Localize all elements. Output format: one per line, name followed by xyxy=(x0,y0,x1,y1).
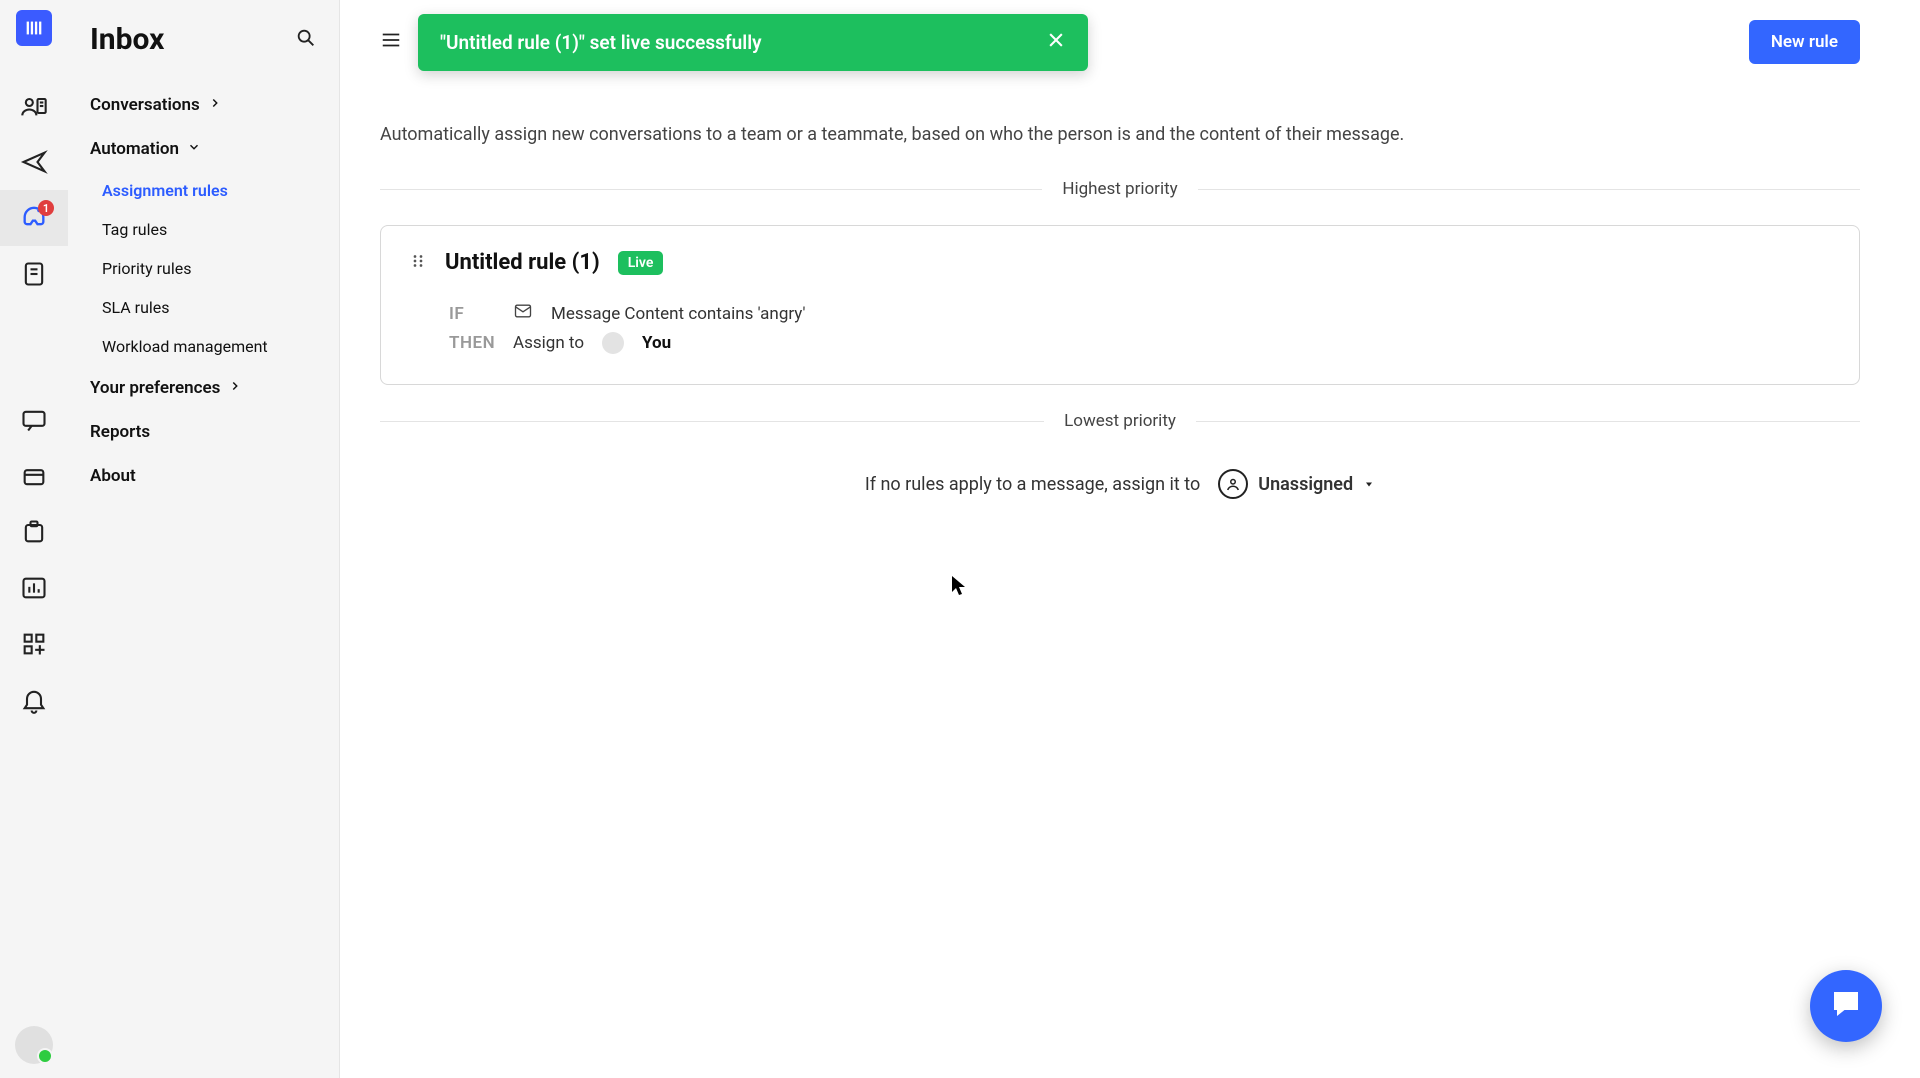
rule-then-label: THEN xyxy=(449,333,495,353)
rule-if-label: IF xyxy=(449,304,495,324)
nav-item-tag-rules[interactable]: Tag rules xyxy=(102,210,317,249)
rule-action-prefix: Assign to xyxy=(513,333,584,353)
user-avatar[interactable] xyxy=(15,1026,53,1064)
divider-highest-label: Highest priority xyxy=(1042,179,1197,199)
chevron-right-icon xyxy=(208,95,222,115)
nav-item-priority-rules[interactable]: Priority rules xyxy=(102,249,317,288)
rule-name: Untitled rule (1) xyxy=(445,250,600,275)
rail-item-outbound[interactable] xyxy=(0,134,68,190)
nav-automation-label: Automation xyxy=(90,139,179,159)
toast-close-button[interactable] xyxy=(1046,30,1066,55)
search-icon xyxy=(295,38,317,53)
nav-item-assignment-rules[interactable]: Assignment rules xyxy=(102,171,317,210)
sidebar: Inbox Conversations Automation Assignmen… xyxy=(68,0,340,1078)
fallback-assignee-select[interactable]: Unassigned xyxy=(1218,469,1375,499)
app-logo[interactable] xyxy=(16,10,52,46)
success-toast: "Untitled rule (1)" set live successfull… xyxy=(418,14,1088,71)
fallback-text: If no rules apply to a message, assign i… xyxy=(865,474,1200,495)
inbox-badge: 1 xyxy=(38,200,54,216)
rail-item-notifications[interactable] xyxy=(0,672,68,728)
fallback-value: Unassigned xyxy=(1258,474,1353,495)
nav-conversations[interactable]: Conversations xyxy=(90,83,317,127)
rule-card[interactable]: Untitled rule (1) Live IF Message Conten… xyxy=(380,225,1860,385)
nav-preferences-label: Your preferences xyxy=(90,378,220,398)
hamburger-icon[interactable] xyxy=(380,29,402,55)
assignee-avatar xyxy=(602,332,624,354)
divider-lowest: Lowest priority xyxy=(380,411,1860,431)
mail-icon xyxy=(513,301,533,326)
rail-item-inbox[interactable]: 1 xyxy=(0,190,68,246)
rail-item-articles[interactable] xyxy=(0,246,68,302)
divider-highest: Highest priority xyxy=(380,179,1860,199)
rail-item-messages[interactable] xyxy=(0,392,68,448)
rule-action-target: You xyxy=(642,333,671,353)
rail-item-tasks[interactable] xyxy=(0,504,68,560)
rule-status-badge: Live xyxy=(618,251,664,275)
rail-item-contacts[interactable] xyxy=(0,78,68,134)
close-icon xyxy=(1046,32,1066,55)
page-description: Automatically assign new conversations t… xyxy=(380,124,1860,145)
sidebar-title: Inbox xyxy=(90,22,164,57)
search-button[interactable] xyxy=(295,27,317,53)
user-circle-icon xyxy=(1218,469,1248,499)
nav-preferences[interactable]: Your preferences xyxy=(90,366,317,410)
rail-item-reports[interactable] xyxy=(0,560,68,616)
rail-item-apps[interactable] xyxy=(0,616,68,672)
nav-rail: 1 xyxy=(0,0,68,1078)
chevron-down-icon xyxy=(187,139,201,159)
rail-item-library[interactable] xyxy=(0,448,68,504)
nav-conversations-label: Conversations xyxy=(90,95,200,115)
nav-about[interactable]: About xyxy=(90,454,317,498)
caret-down-icon xyxy=(1363,474,1375,495)
chat-icon xyxy=(1828,986,1864,1026)
new-rule-button[interactable]: New rule xyxy=(1749,20,1860,64)
main-content: "Untitled rule (1)" set live successfull… xyxy=(340,0,1920,1078)
nav-item-workload-management[interactable]: Workload management xyxy=(102,327,317,366)
nav-automation[interactable]: Automation xyxy=(90,127,317,171)
nav-item-sla-rules[interactable]: SLA rules xyxy=(102,288,317,327)
cursor-pointer-icon xyxy=(952,576,966,596)
rule-condition: Message Content contains 'angry' xyxy=(551,304,805,324)
drag-handle-icon[interactable] xyxy=(409,252,427,274)
nav-reports[interactable]: Reports xyxy=(90,410,317,454)
toast-message: "Untitled rule (1)" set live successfull… xyxy=(440,31,762,54)
chevron-right-icon xyxy=(228,378,242,398)
chat-launcher-button[interactable] xyxy=(1810,970,1882,1042)
divider-lowest-label: Lowest priority xyxy=(1044,411,1196,431)
